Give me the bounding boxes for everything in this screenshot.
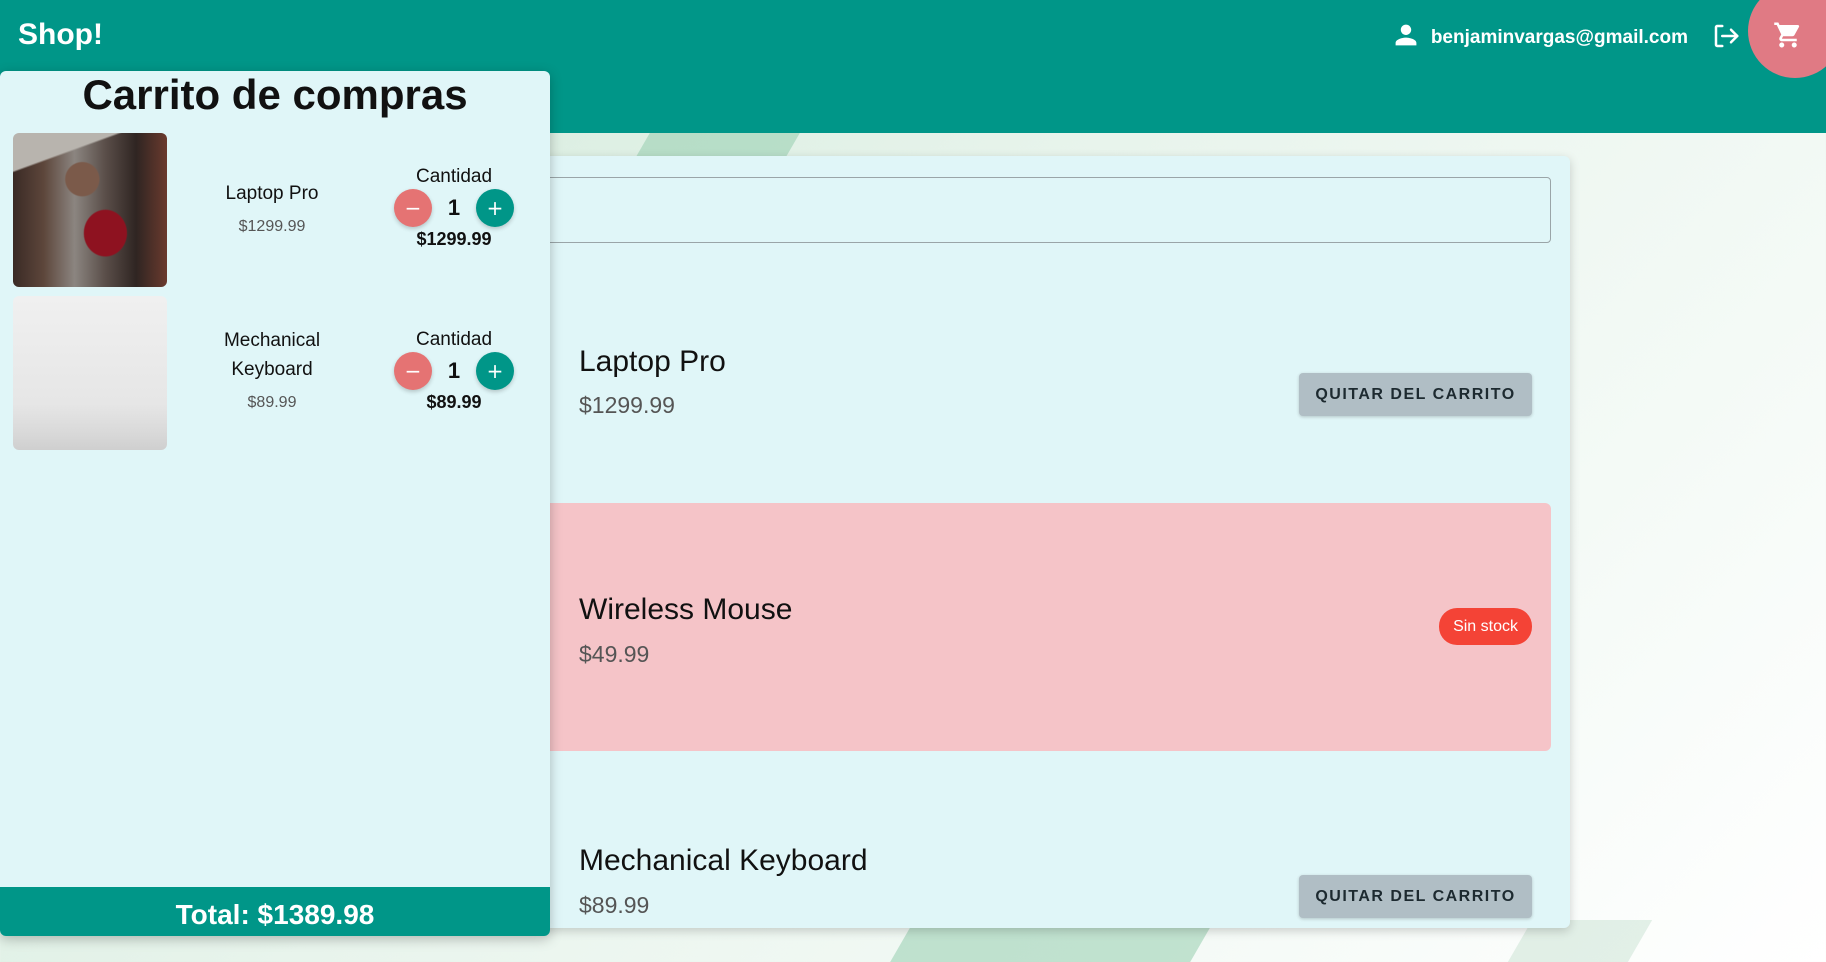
user-email: benjaminvargas@gmail.com [1430, 26, 1688, 48]
cart-drawer: Carrito de compras Laptop Pro $1299.99 C… [0, 71, 550, 936]
product-card-wireless-mouse: Wireless Mouse $49.99 Sin stock [542, 503, 1551, 751]
product-card-laptop-pro: Laptop Pro $1299.99 QUITAR DEL CARRITO [542, 253, 1551, 501]
user-icon [1393, 22, 1419, 53]
product-thumbnail [13, 296, 167, 450]
product-card-mechanical-keyboard: Mechanical Keyboard $89.99 QUITAR DEL CA… [542, 753, 1551, 928]
logout-icon [1711, 21, 1741, 56]
product-price: $49.99 [579, 641, 650, 667]
product-price: $1299.99 [579, 392, 675, 418]
cart-item-info: Laptop Pro $1299.99 [198, 179, 346, 236]
decrease-quantity-button[interactable]: − [394, 352, 432, 390]
cart-title: Carrito de compras [82, 71, 468, 118]
cart-item-subtotal: $89.99 [426, 392, 482, 412]
quantity-label: Cantidad [415, 166, 493, 187]
cart-item: Laptop Pro $1299.99 Cantidad − 1 + $1299… [0, 133, 550, 287]
product-price: $89.99 [579, 892, 650, 918]
product-thumbnail [13, 133, 167, 287]
products-panel: Laptop Pro $1299.99 QUITAR DEL CARRITO W… [542, 156, 1570, 928]
decrease-quantity-button[interactable]: − [394, 189, 432, 227]
product-name: Laptop Pro [579, 345, 726, 378]
quantity-value: 1 [447, 195, 461, 220]
cart-item-price: $1299.99 [238, 218, 306, 235]
cart-icon [1773, 20, 1803, 55]
out-of-stock-badge: Sin stock [1439, 608, 1532, 645]
cart-item-subtotal: $1299.99 [416, 229, 492, 249]
quantity-label: Cantidad [415, 329, 493, 350]
quantity-stepper: Cantidad − 1 + $89.99 [380, 329, 528, 413]
increase-quantity-button[interactable]: + [476, 352, 514, 390]
remove-from-cart-button[interactable]: QUITAR DEL CARRITO [1299, 875, 1532, 918]
product-name: Mechanical Keyboard [579, 844, 868, 877]
cart-item: Mechanical Keyboard $89.99 Cantidad − 1 … [0, 296, 550, 450]
cart-item-price: $89.99 [247, 394, 297, 411]
quantity-stepper: Cantidad − 1 + $1299.99 [380, 166, 528, 250]
product-name: Wireless Mouse [579, 593, 793, 626]
quantity-value: 1 [447, 358, 461, 383]
cart-item-name: Mechanical Keyboard [223, 330, 321, 380]
brand-logo[interactable]: Shop! [18, 18, 103, 52]
search-input[interactable] [542, 177, 1551, 243]
cart-button[interactable] [1748, 0, 1826, 78]
increase-quantity-button[interactable]: + [476, 189, 514, 227]
user-info: benjaminvargas@gmail.com [1393, 22, 1688, 53]
logout-button[interactable] [1706, 18, 1746, 58]
background-shape [888, 925, 1212, 962]
cart-item-info: Mechanical Keyboard $89.99 [198, 326, 346, 412]
remove-from-cart-button[interactable]: QUITAR DEL CARRITO [1299, 373, 1532, 416]
cart-total: Total: $1389.98 [0, 887, 550, 936]
cart-item-name: Laptop Pro [225, 183, 319, 204]
